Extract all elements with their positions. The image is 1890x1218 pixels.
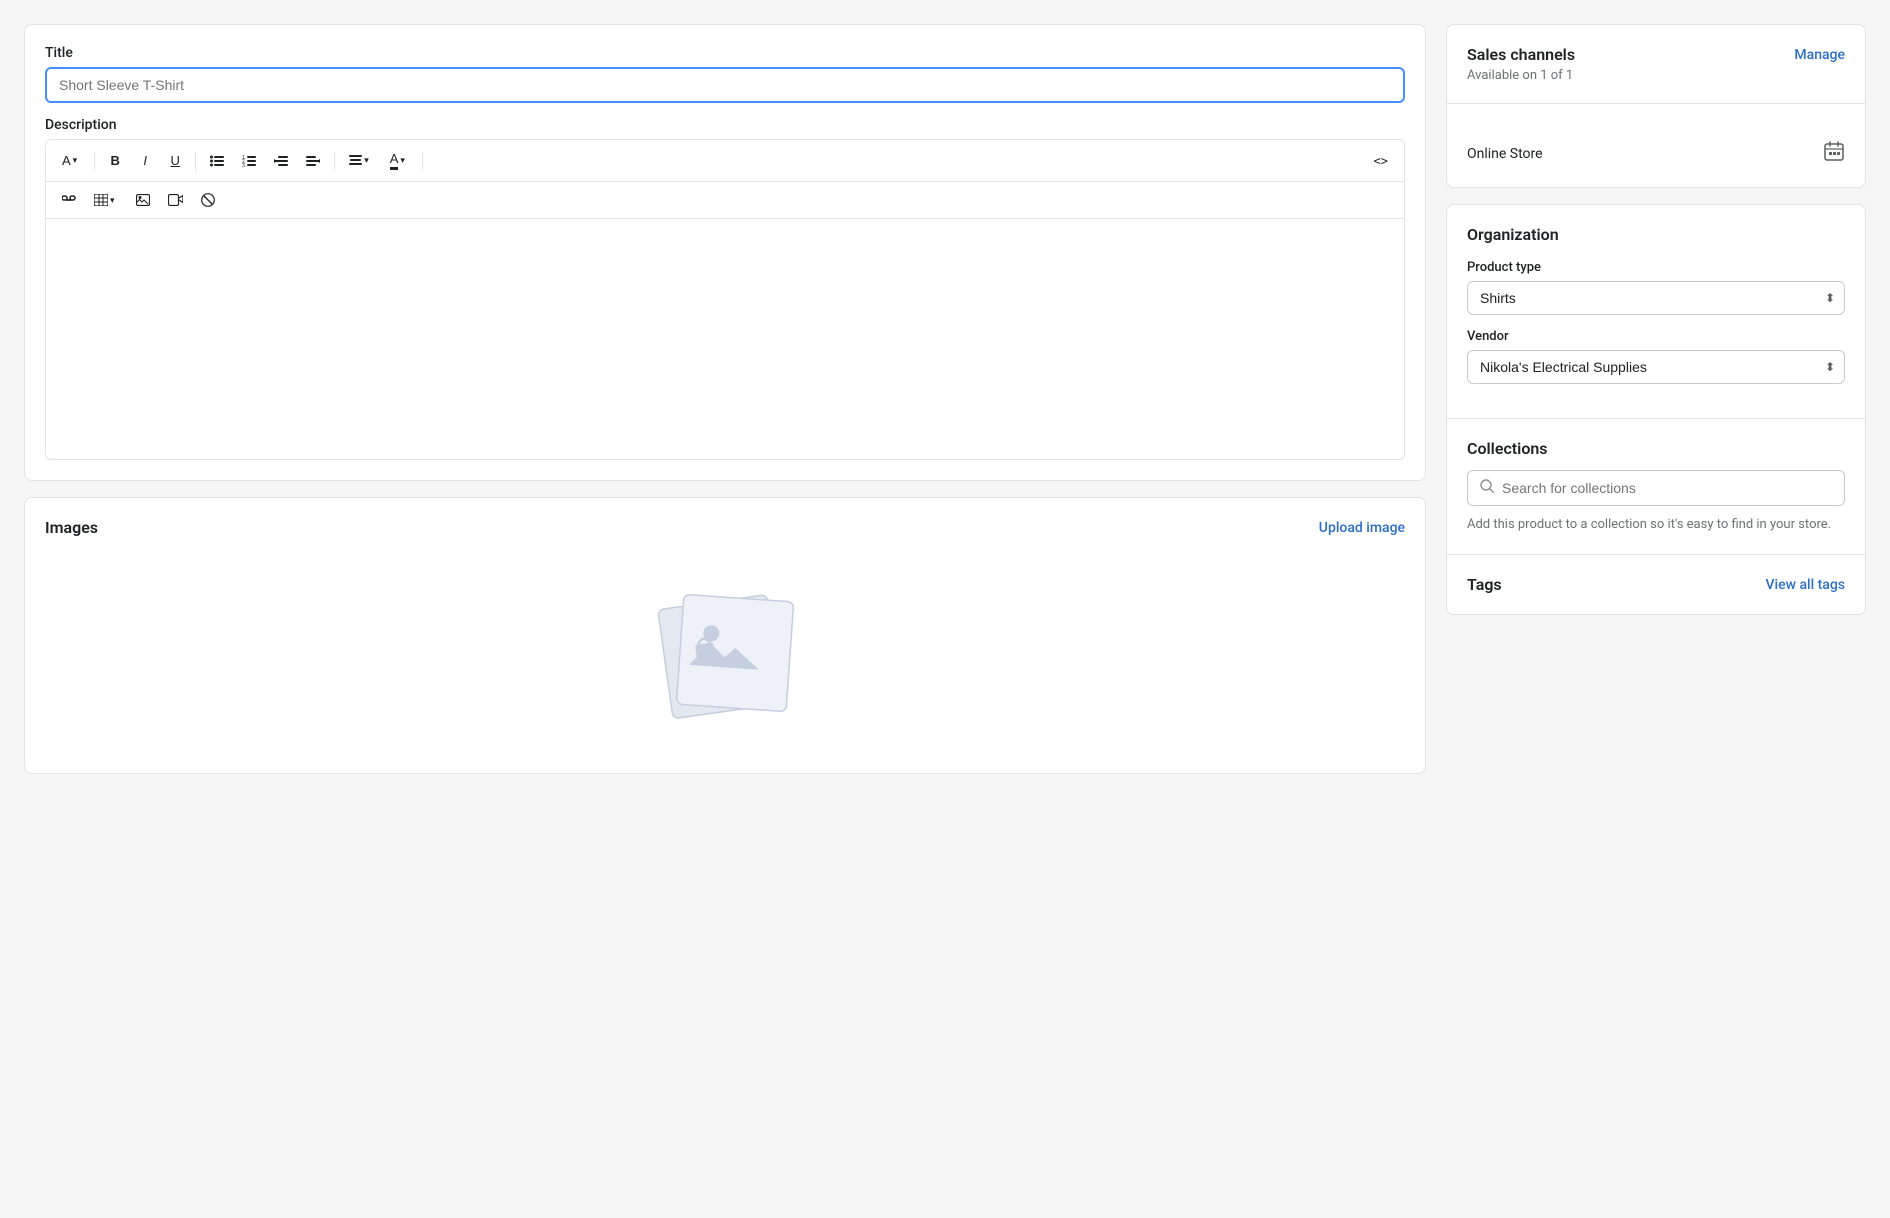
insert-image-button[interactable] [128,189,158,211]
underline-button[interactable]: U [161,148,189,173]
description-label: Description [45,117,1405,133]
bullet-list-button[interactable] [202,150,232,172]
online-store-section: Online Store [1447,104,1865,187]
sales-channels-availability: Available on 1 of 1 [1467,68,1845,83]
toolbar-divider-2 [195,151,196,171]
font-label: A [62,153,71,168]
tags-title: Tags [1467,575,1502,594]
collections-title: Collections [1467,439,1845,458]
vendor-field: Vendor Nikola's Electrical Supplies Othe… [1467,329,1845,384]
toolbar-divider-1 [94,151,95,171]
images-placeholder [45,553,1405,753]
collections-search-input[interactable] [1502,480,1832,496]
editor-toolbar-row2: ▾ [46,182,1404,219]
text-color-arrow: ▾ [400,155,405,166]
product-type-select-wrapper: Shirts Pants Accessories Shoes ⬍ [1467,281,1845,315]
sales-channels-manage-link[interactable]: Manage [1794,47,1845,63]
text-color-button[interactable]: A ▾ [382,146,410,175]
organization-title: Organization [1467,225,1845,244]
align-button[interactable]: ▾ [341,150,374,171]
title-input[interactable] [45,67,1405,103]
description-editor: A ▾ B I U [45,139,1405,460]
sales-channels-section: Sales channels Manage Available on 1 of … [1447,25,1865,103]
indent-increase-button[interactable] [298,150,328,172]
collections-hint: Add this product to a collection so it's… [1467,516,1845,534]
font-arrow: ▾ [73,155,78,166]
link-button[interactable] [54,190,84,210]
online-store-label: Online Store [1467,146,1543,162]
product-type-label: Product type [1467,260,1845,275]
sales-channels-header: Sales channels Manage [1467,45,1845,64]
search-icon [1480,479,1494,497]
table-button[interactable]: ▾ [86,189,120,211]
text-color-label: A [390,151,399,170]
clear-format-button[interactable] [193,188,223,212]
images-card: Images Upload image [24,497,1426,774]
toolbar-divider-3 [334,151,335,171]
vendor-label: Vendor [1467,329,1845,344]
code-button[interactable]: <> [1366,149,1396,173]
upload-image-link[interactable]: Upload image [1319,520,1405,536]
editor-toolbar: A ▾ B I U [46,140,1404,182]
product-type-select[interactable]: Shirts Pants Accessories Shoes [1467,281,1845,315]
title-label: Title [45,45,1405,61]
vendor-select[interactable]: Nikola's Electrical Supplies Other Vendo… [1467,350,1845,384]
organization-section: Organization Product type Shirts Pants A… [1447,205,1865,418]
video-button[interactable] [160,189,191,211]
bold-button[interactable]: B [101,148,129,173]
collections-search-wrapper[interactable] [1467,470,1845,506]
images-placeholder-svg [635,573,815,733]
collections-section: Collections Add this product to a collec… [1447,419,1865,554]
ordered-list-button[interactable]: 1. 2. 3. [234,150,264,172]
calendar-icon[interactable] [1823,140,1845,167]
sales-channels-title: Sales channels [1467,45,1575,64]
description-editor-body[interactable] [46,219,1404,459]
images-header: Images Upload image [45,518,1405,537]
online-store-row: Online Store [1467,124,1845,167]
table-arrow: ▾ [110,195,115,206]
tags-section: Tags View all tags [1447,555,1865,614]
align-arrow: ▾ [364,155,369,166]
svg-text:3.: 3. [242,163,246,167]
font-button[interactable]: A ▾ [54,148,82,173]
vendor-select-wrapper: Nikola's Electrical Supplies Other Vendo… [1467,350,1845,384]
images-title: Images [45,518,98,537]
view-all-tags-link[interactable]: View all tags [1766,577,1846,593]
sales-channels-card: Sales channels Manage Available on 1 of … [1446,24,1866,188]
indent-decrease-button[interactable] [266,150,296,172]
tags-header: Tags View all tags [1467,575,1845,594]
organization-card: Organization Product type Shirts Pants A… [1446,204,1866,615]
product-type-field: Product type Shirts Pants Accessories Sh… [1467,260,1845,315]
italic-button[interactable]: I [131,148,159,173]
toolbar-divider-4 [422,151,423,171]
